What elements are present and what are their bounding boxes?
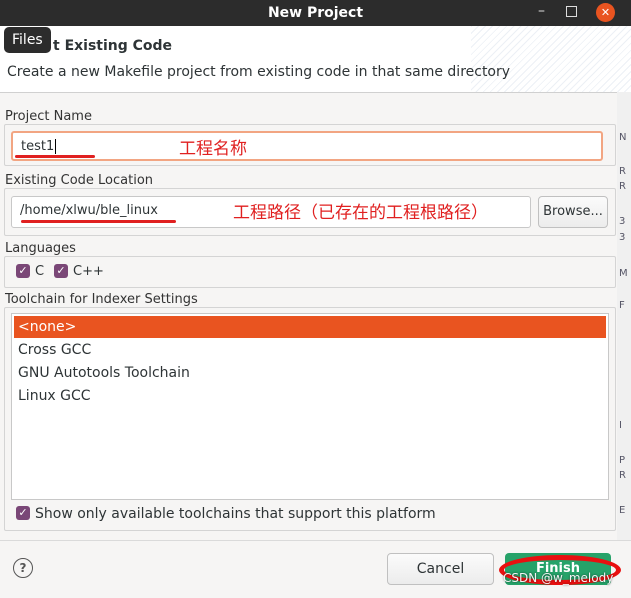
toolchain-item-cross-gcc[interactable]: Cross GCC — [14, 339, 606, 361]
project-name-label: Project Name — [5, 109, 96, 124]
language-cpp-label: C++ — [73, 264, 104, 279]
strip-text: R — [619, 181, 626, 192]
language-c-checkbox[interactable]: ✓ — [16, 264, 30, 278]
maximize-icon[interactable] — [566, 6, 577, 17]
page-title-text: t Existing Code — [53, 38, 173, 54]
window-titlebar: New Project – ✕ — [0, 0, 631, 26]
strip-text: I — [619, 420, 622, 431]
code-location-label: Existing Code Location — [5, 173, 158, 188]
wizard-header: t Existing Code Create a new Makefile pr… — [0, 26, 631, 93]
strip-text: R — [619, 166, 626, 177]
browse-button[interactable]: Browse... — [538, 196, 608, 228]
close-icon[interactable]: ✕ — [596, 3, 615, 22]
header-banner-pattern — [471, 26, 631, 92]
toolchain-item-gnu-autotools[interactable]: GNU Autotools Toolchain — [14, 362, 606, 384]
code-location-annotation: 工程路径（已存在的工程根路径） — [233, 203, 488, 223]
toolchain-label: Toolchain for Indexer Settings — [5, 292, 202, 307]
strip-text: N — [619, 132, 627, 143]
language-c-label: C — [35, 264, 45, 279]
toolchain-item-linux-gcc[interactable]: Linux GCC — [14, 385, 606, 407]
strip-text: R — [619, 470, 626, 481]
strip-text: F — [619, 300, 625, 311]
project-name-annotation: 工程名称 — [179, 139, 247, 159]
toolchain-list[interactable]: <none> Cross GCC GNU Autotools Toolchain… — [11, 313, 609, 500]
watermark: CSDN @w_melody — [503, 571, 614, 585]
show-available-label: Show only available toolchains that supp… — [35, 506, 436, 522]
code-location-underline-mark — [21, 220, 176, 223]
strip-text: 3 — [619, 232, 626, 243]
toolchain-item-none[interactable]: <none> — [14, 316, 606, 338]
window-title: New Project — [267, 5, 364, 21]
strip-text: M — [619, 268, 628, 279]
show-available-checkbox[interactable]: ✓ — [16, 506, 30, 520]
strip-text: P — [619, 455, 626, 466]
files-tooltip: Files — [4, 27, 51, 53]
minimize-icon[interactable]: – — [538, 3, 545, 19]
project-name-underline-mark — [15, 155, 95, 158]
help-icon[interactable]: ? — [13, 558, 33, 578]
language-cpp-checkbox[interactable]: ✓ — [54, 264, 68, 278]
languages-label: Languages — [5, 241, 80, 256]
project-name-value: test1 — [21, 139, 55, 154]
cancel-button[interactable]: Cancel — [387, 553, 494, 585]
project-name-input[interactable]: test1 — [11, 131, 603, 161]
page-description: Create a new Makefile project from exist… — [7, 64, 511, 80]
code-location-value: /home/xlwu/ble_linux — [20, 203, 158, 218]
strip-text: 3 — [619, 216, 626, 227]
strip-text: E — [619, 505, 626, 516]
